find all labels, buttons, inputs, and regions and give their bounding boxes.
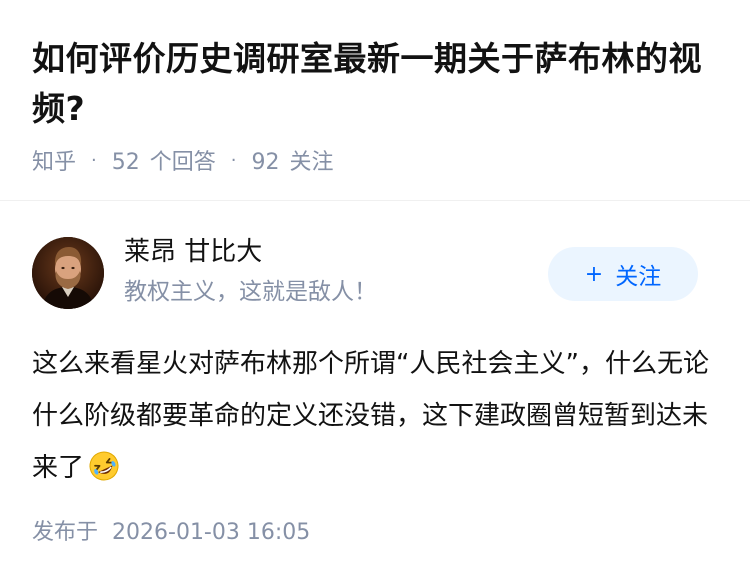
author-name[interactable]: 莱昂 甘比大 [124,234,262,270]
publish-label: 发布于 [32,520,99,545]
answer-count-link[interactable]: 52 个回答 [112,144,216,176]
follower-count: 92 [251,150,280,175]
meta-separator: · [91,149,97,171]
question-header: 如何评价历史调研室最新一期关于萨布林的视频? 知乎 · 52 个回答 · 92 关注 [0,0,750,200]
follow-button-label: 关注 [615,264,662,290]
follow-button[interactable]: + 关注 [548,247,698,301]
rofl-emoji-icon [88,448,120,500]
portrait-avatar-image [32,237,104,309]
answer-text: 这么来看星火对萨布林那个所谓“人民社会主义”，什么无论什么阶级都要革命的定义还没… [32,349,709,483]
meta-separator: · [230,149,237,171]
follower-count-label: 关注 [289,150,334,175]
plus-icon: + [584,261,604,287]
avatar[interactable] [32,237,104,309]
answer-content[interactable]: 这么来看星火对萨布林那个所谓“人民社会主义”，什么无论什么阶级都要革命的定义还没… [32,338,722,500]
answer-author-row: 莱昂 甘比大 教权主义，这就是敌人！ + 关注 [0,201,750,331]
publish-datetime: 2026-01-03 16:05 [112,520,311,545]
follower-count-link[interactable]: 92 关注 [252,144,334,176]
answer-count-label: 个回答 [149,150,216,175]
publish-time: 发布于 2026-01-03 16:05 [32,516,310,550]
question-meta: 知乎 · 52 个回答 · 92 关注 [32,143,334,177]
author-bio: 教权主义，这就是敌人！ [124,279,377,305]
answer-count: 52 [111,150,140,175]
question-title[interactable]: 如何评价历史调研室最新一期关于萨布林的视频? [32,34,722,134]
source-label[interactable]: 知乎 [32,144,76,176]
